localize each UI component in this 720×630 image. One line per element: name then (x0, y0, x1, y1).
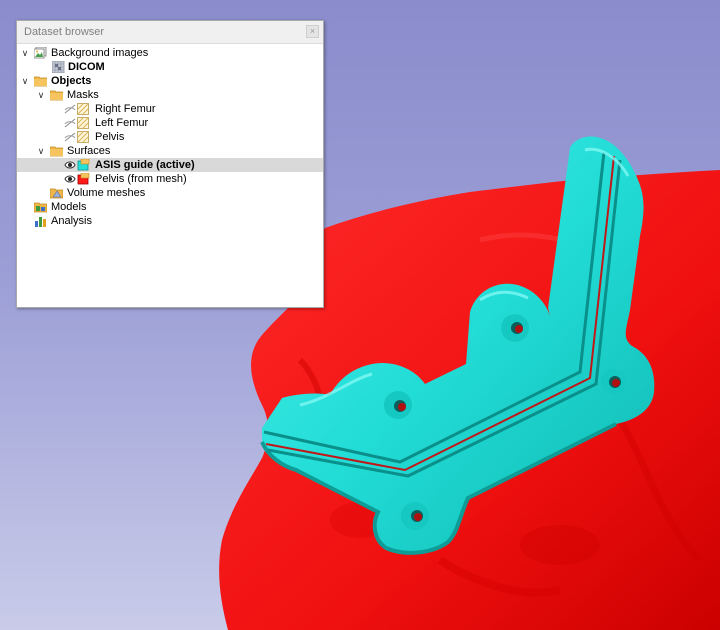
tree-item-label: Volume meshes (67, 187, 146, 199)
tree-item-label: Models (51, 201, 87, 213)
screw-hole (601, 369, 627, 395)
tree-item-label: DICOM (68, 61, 105, 73)
tree-item-label: Left Femur (95, 117, 149, 129)
screw-hole (384, 391, 412, 419)
tree-item-analysis[interactable]: Analysis (17, 214, 323, 228)
tree-item-label: Pelvis (from mesh) (95, 173, 187, 185)
eye-icon[interactable] (64, 173, 76, 185)
tree-item-pelvis-mesh[interactable]: Pelvis (from mesh) (17, 172, 323, 186)
tree-item-label: ASIS guide (active) (95, 159, 195, 171)
tree-item-pelvis[interactable]: Pelvis (17, 130, 323, 144)
tree-item-volume-meshes[interactable]: Volume meshes (17, 186, 323, 200)
analysis-chart-icon (35, 217, 46, 227)
surface-icon (77, 173, 90, 185)
tree-item-dicom[interactable]: DICOM (17, 60, 323, 74)
tree-item-label: Background images (51, 47, 149, 59)
eye-icon[interactable] (64, 159, 76, 171)
folder-icon (34, 76, 47, 87)
mask-icon (77, 131, 89, 143)
chevron-down-icon[interactable]: ∨ (20, 74, 30, 88)
folder-icon (50, 90, 63, 101)
mask-icon (77, 103, 89, 115)
tree-item-label: Right Femur (95, 103, 156, 115)
surface-icon (77, 159, 90, 171)
image-stack-icon (34, 47, 47, 59)
panel-titlebar[interactable]: Dataset browser × (17, 21, 323, 44)
chevron-down-icon[interactable]: ∨ (20, 46, 30, 60)
visibility-off-icon[interactable] (64, 103, 76, 115)
tree-item-objects[interactable]: ∨ Objects (17, 74, 323, 88)
tree-item-label: Pelvis (95, 131, 125, 143)
tree-item-label: Masks (67, 89, 99, 101)
visibility-off-icon[interactable] (64, 117, 76, 129)
dicom-grid-icon (52, 61, 65, 73)
models-icon (34, 202, 47, 213)
folder-icon (50, 146, 63, 157)
tree-item-masks[interactable]: ∨ Masks (17, 88, 323, 102)
screw-hole (501, 314, 529, 342)
mask-icon (77, 117, 89, 129)
tree-item-background-images[interactable]: ∨ Background images (17, 46, 323, 60)
tree-item-left-femur[interactable]: Left Femur (17, 116, 323, 130)
tree-item-label: Objects (51, 75, 92, 87)
close-panel-button[interactable]: × (306, 25, 319, 38)
tree-item-models[interactable]: Models (17, 200, 323, 214)
screw-hole (401, 502, 429, 530)
tree-item-right-femur[interactable]: Right Femur (17, 102, 323, 116)
chevron-down-icon[interactable]: ∨ (36, 88, 46, 102)
panel-title: Dataset browser (24, 26, 105, 38)
tree-item-label: Analysis (51, 215, 92, 227)
chevron-down-icon[interactable]: ∨ (36, 144, 46, 158)
tree-item-asis-guide[interactable]: ASIS guide (active) (17, 158, 323, 172)
mesh-icon (50, 188, 63, 199)
tree-item-surfaces[interactable]: ∨ Surfaces (17, 144, 323, 158)
dataset-browser-panel: Dataset browser × ∨ Background images DI… (16, 20, 324, 308)
visibility-off-icon[interactable] (64, 131, 76, 143)
tree-item-label: Surfaces (67, 145, 111, 157)
